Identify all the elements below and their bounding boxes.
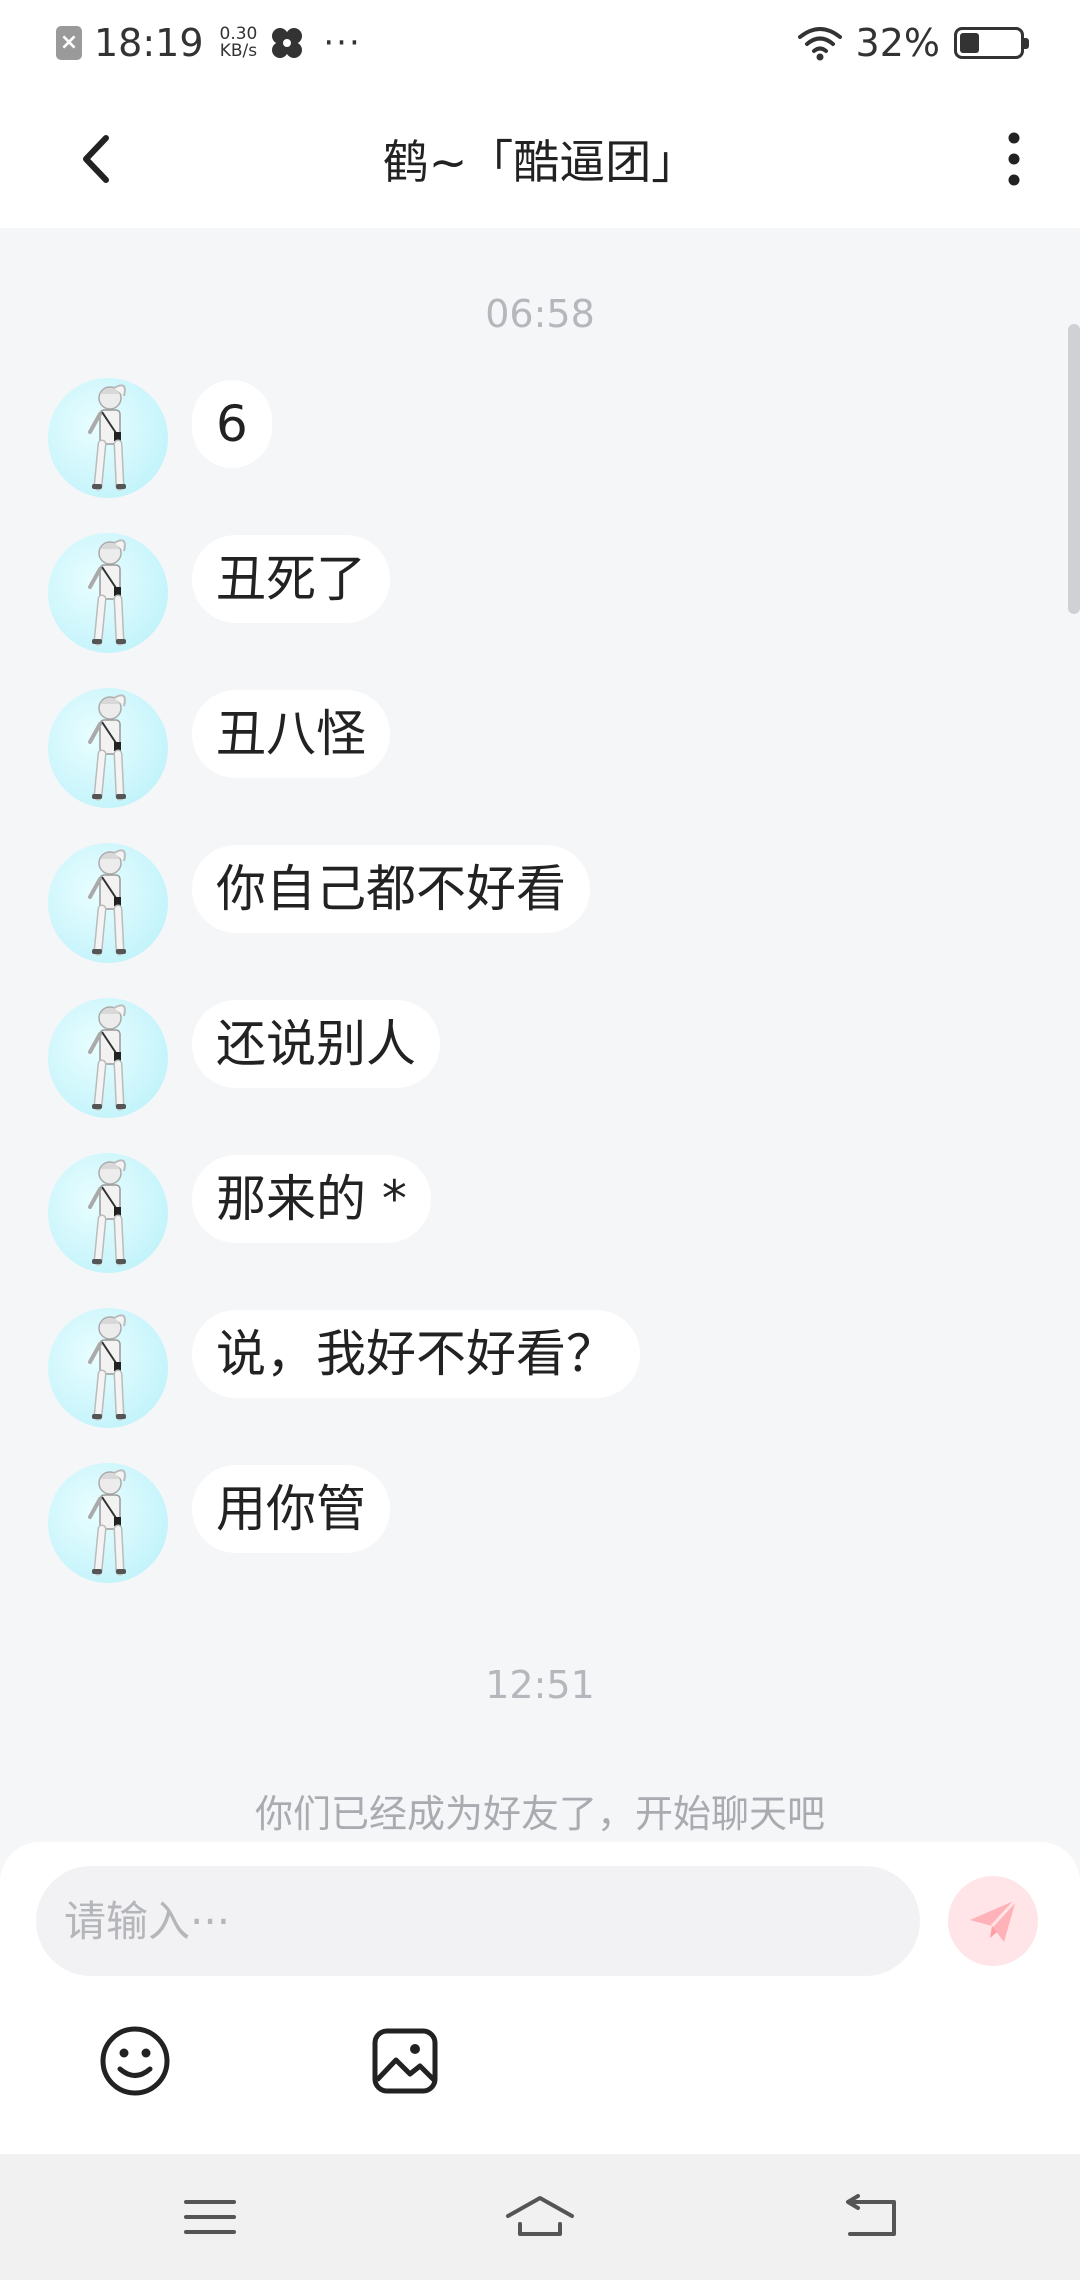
- status-time: 18:19: [94, 21, 204, 65]
- message-input[interactable]: [36, 1866, 920, 1976]
- message-row: 说，我好不好看？: [48, 1308, 640, 1428]
- paper-plane-icon: [970, 1898, 1018, 1942]
- message-bubble[interactable]: 6: [192, 380, 272, 468]
- avatar[interactable]: [48, 1308, 168, 1428]
- status-bar-right: 32%: [797, 21, 1029, 65]
- wifi-icon: [797, 27, 842, 61]
- message-row: 还说别人: [48, 998, 440, 1118]
- message-row: 丑死了: [48, 533, 390, 653]
- avatar[interactable]: [48, 1153, 168, 1273]
- avatar[interactable]: [48, 688, 168, 808]
- network-speed: 0.30 KB/s: [220, 26, 258, 60]
- battery-percent: 32%: [855, 21, 940, 65]
- message-row: 丑八怪: [48, 688, 390, 808]
- send-button[interactable]: [948, 1876, 1038, 1966]
- system-nav-bar: [0, 2154, 1080, 2280]
- image-icon[interactable]: [368, 2024, 442, 2098]
- input-panel: [0, 1842, 1080, 2154]
- message-bubble[interactable]: 丑死了: [192, 535, 390, 623]
- network-speed-unit: KB/s: [219, 41, 258, 61]
- battery-icon: [954, 27, 1029, 59]
- message-bubble[interactable]: 说，我好不好看？: [192, 1310, 640, 1398]
- message-bubble[interactable]: 你自己都不好看: [192, 845, 590, 933]
- message-bubble[interactable]: 还说别人: [192, 1000, 440, 1088]
- system-note: 你们已经成为好友了，开始聊天吧: [254, 1792, 825, 1836]
- smiley-icon[interactable]: [98, 2024, 172, 2098]
- page-title: 鹤~「酷逼团」: [382, 135, 698, 189]
- avatar[interactable]: [48, 998, 168, 1118]
- battery-level: [960, 33, 979, 53]
- status-bar: × 18:19 0.30 KB/s ··· 32%: [0, 0, 1080, 86]
- back-icon[interactable]: [834, 2192, 906, 2242]
- menu-icon[interactable]: [174, 2192, 246, 2242]
- scrollbar[interactable]: [1068, 324, 1080, 614]
- avatar[interactable]: [48, 843, 168, 963]
- chat-header: 鹤~「酷逼团」: [0, 86, 1080, 228]
- home-icon[interactable]: [504, 2192, 576, 2242]
- avatar[interactable]: [48, 378, 168, 498]
- status-bar-left: × 18:19 0.30 KB/s ···: [56, 21, 362, 65]
- avatar[interactable]: [48, 1463, 168, 1583]
- notification-icon: ×: [56, 26, 82, 60]
- message-bubble[interactable]: 那来的 *: [192, 1155, 431, 1243]
- timestamp: 12:51: [485, 1663, 595, 1707]
- message-bubble[interactable]: 用你管: [192, 1465, 390, 1553]
- fan-icon: [272, 28, 303, 58]
- message-row: 那来的 *: [48, 1153, 431, 1273]
- status-more-icon: ···: [323, 23, 362, 63]
- message-row: 6: [48, 378, 272, 498]
- timestamp: 06:58: [485, 292, 595, 336]
- message-row: 用你管: [48, 1463, 390, 1583]
- chat-area[interactable]: 06:58 6 丑死了 丑八怪 你自己都不好看 还说别人 那来的 * 说，我好不…: [0, 228, 1080, 1843]
- avatar[interactable]: [48, 533, 168, 653]
- more-vertical-icon[interactable]: [996, 124, 1032, 194]
- message-bubble[interactable]: 丑八怪: [192, 690, 390, 778]
- message-row: 你自己都不好看: [48, 843, 590, 963]
